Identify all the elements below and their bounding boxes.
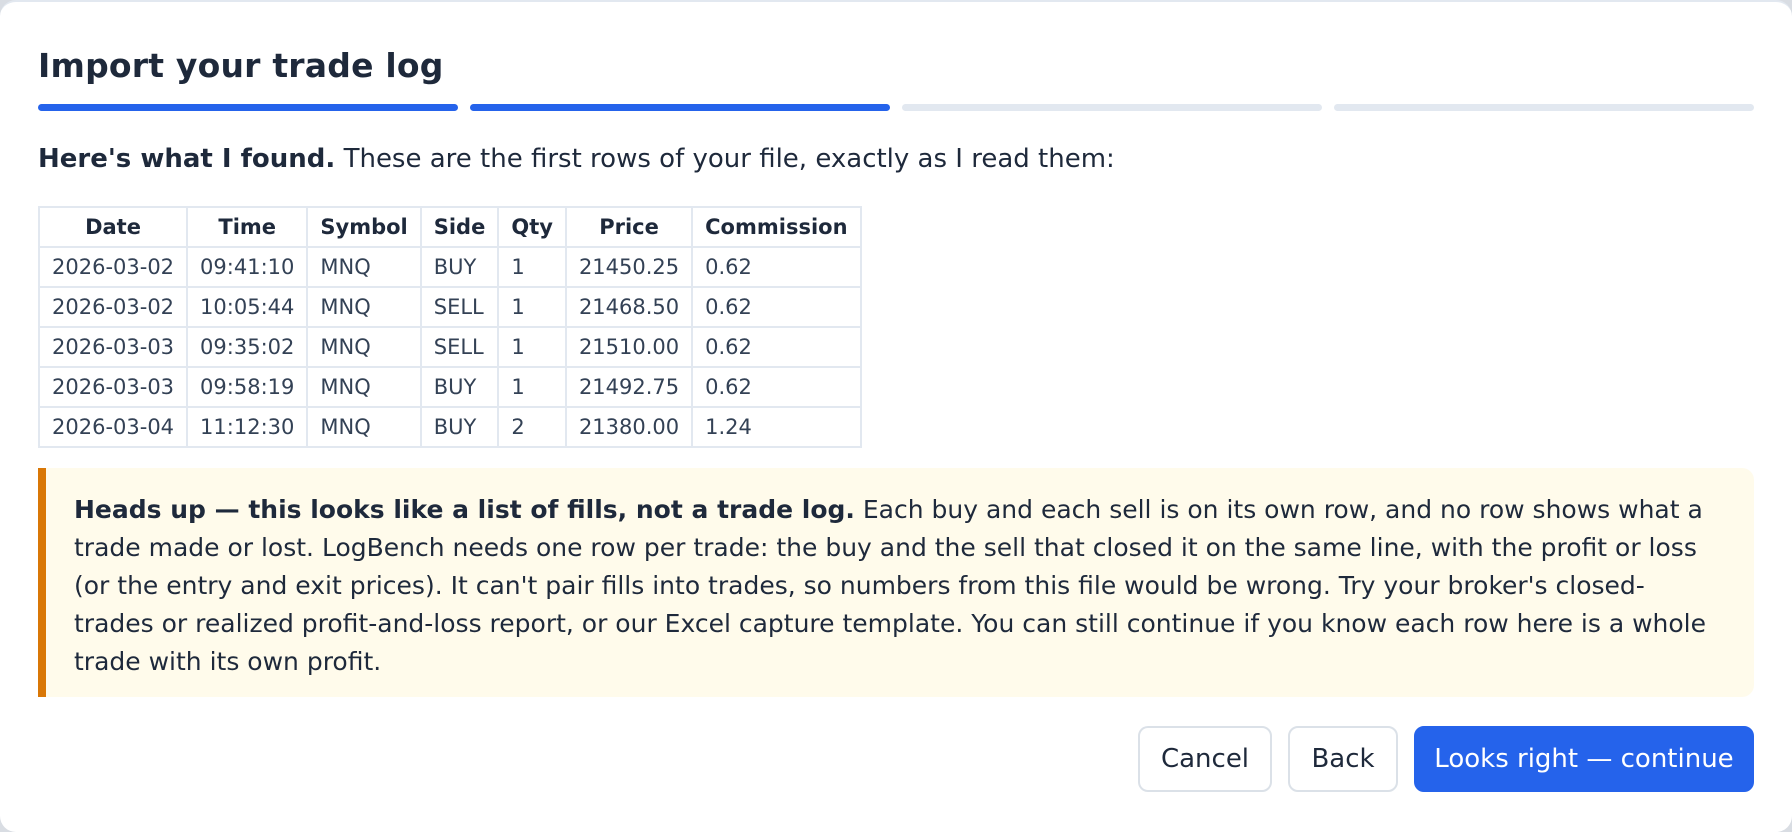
cell-qty: 1 [497, 246, 567, 288]
cancel-button[interactable]: Cancel [1138, 726, 1272, 792]
col-side: Side [419, 206, 500, 248]
file-preview-table: Date Time Symbol Side Qty Price Commissi… [37, 206, 862, 448]
table-row: 2026-03-02 10:05:44 MNQ SELL 1 21468.50 … [37, 286, 862, 328]
dialog-title: Import your trade log [38, 46, 444, 85]
import-dialog: Import your trade log Here's what I foun… [0, 0, 1792, 832]
cell-time: 09:41:10 [186, 246, 309, 288]
cell-date: 2026-03-02 [37, 286, 189, 328]
cell-symbol: MNQ [306, 366, 422, 408]
cell-date: 2026-03-03 [37, 326, 189, 368]
cell-date: 2026-03-02 [37, 246, 189, 288]
cell-side: BUY [419, 366, 500, 408]
progress-step-1 [38, 104, 458, 111]
progress-steps [38, 104, 1754, 111]
intro-text: Here's what I found. These are the first… [38, 144, 1115, 174]
cell-side: BUY [419, 246, 500, 288]
cell-commission: 1.24 [691, 406, 862, 448]
cell-side: SELL [419, 286, 500, 328]
cell-qty: 1 [497, 366, 567, 408]
cell-side: BUY [419, 406, 500, 448]
cell-time: 10:05:44 [186, 286, 309, 328]
cell-date: 2026-03-03 [37, 366, 189, 408]
cell-qty: 1 [497, 326, 567, 368]
cell-price: 21468.50 [564, 286, 694, 328]
cell-commission: 0.62 [691, 366, 862, 408]
col-commission: Commission [691, 206, 862, 248]
col-price: Price [564, 206, 694, 248]
cell-symbol: MNQ [306, 286, 422, 328]
table-header-row: Date Time Symbol Side Qty Price Commissi… [37, 206, 862, 248]
table-row: 2026-03-03 09:58:19 MNQ BUY 1 21492.75 0… [37, 366, 862, 408]
cell-commission: 0.62 [691, 286, 862, 328]
cell-qty: 2 [497, 406, 567, 448]
back-button[interactable]: Back [1288, 726, 1398, 792]
cell-price: 21492.75 [564, 366, 694, 408]
cell-symbol: MNQ [306, 246, 422, 288]
cell-time: 11:12:30 [186, 406, 309, 448]
col-time: Time [186, 206, 309, 248]
cell-qty: 1 [497, 286, 567, 328]
cell-time: 09:58:19 [186, 366, 309, 408]
progress-step-3 [902, 104, 1322, 111]
fills-warning-notice: Heads up — this looks like a list of fil… [38, 468, 1754, 697]
cell-commission: 0.62 [691, 326, 862, 368]
cell-symbol: MNQ [306, 326, 422, 368]
intro-body: These are the first rows of your file, e… [335, 144, 1115, 174]
col-symbol: Symbol [306, 206, 422, 248]
cell-commission: 0.62 [691, 246, 862, 288]
cell-price: 21450.25 [564, 246, 694, 288]
cell-time: 09:35:02 [186, 326, 309, 368]
intro-bold: Here's what I found. [38, 144, 336, 174]
table-row: 2026-03-02 09:41:10 MNQ BUY 1 21450.25 0… [37, 246, 862, 288]
cell-date: 2026-03-04 [37, 406, 189, 448]
cell-side: SELL [419, 326, 500, 368]
table-row: 2026-03-04 11:12:30 MNQ BUY 2 21380.00 1… [37, 406, 862, 448]
col-qty: Qty [497, 206, 567, 248]
progress-step-2 [470, 104, 890, 111]
continue-button[interactable]: Looks right — continue [1414, 726, 1754, 792]
cell-price: 21380.00 [564, 406, 694, 448]
cell-price: 21510.00 [564, 326, 694, 368]
table-row: 2026-03-03 09:35:02 MNQ SELL 1 21510.00 … [37, 326, 862, 368]
cell-symbol: MNQ [306, 406, 422, 448]
col-date: Date [37, 206, 189, 248]
progress-step-4 [1334, 104, 1754, 111]
notice-heading: Heads up — this looks like a list of fil… [74, 495, 855, 524]
